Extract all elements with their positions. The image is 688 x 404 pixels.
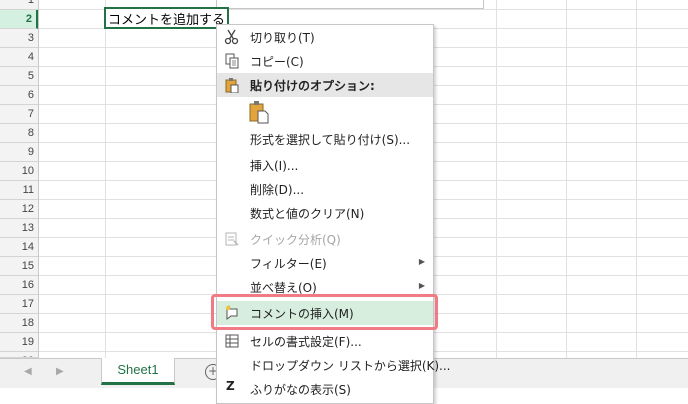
submenu-arrow-icon: ▶	[418, 257, 425, 266]
menu-item-insert[interactable]: 挿入(I)...	[217, 153, 433, 177]
gridline	[566, 0, 567, 358]
row-header-3[interactable]: 3	[0, 29, 38, 48]
paste-icon	[224, 77, 240, 94]
hidden-panel-edge	[216, 0, 484, 9]
menu-item-cut[interactable]: 切り取り(T)	[217, 25, 433, 49]
scissors-icon	[224, 29, 240, 45]
menu-item-format-cells[interactable]: セルの書式設定(F)...	[217, 329, 433, 353]
row-header-10[interactable]: 10	[0, 162, 38, 181]
row-header-18[interactable]: 18	[0, 314, 38, 333]
submenu-arrow-icon: ▶	[418, 281, 425, 290]
menu-label: フィルター(E)	[250, 257, 327, 271]
menu-label: ドロップダウン リストから選択(K)...	[250, 359, 451, 373]
menu-item-pick-from-list[interactable]: ドロップダウン リストから選択(K)...	[217, 353, 451, 377]
row-header-13[interactable]: 13	[0, 219, 38, 238]
row-header-4[interactable]: 4	[0, 48, 38, 67]
menu-item-filter[interactable]: フィルター(E) ▶	[217, 251, 433, 275]
copy-icon	[224, 53, 240, 69]
row-header-17[interactable]: 17	[0, 295, 38, 314]
row-header-14[interactable]: 14	[0, 238, 38, 257]
menu-label: 数式と値のクリア(N)	[250, 207, 365, 221]
paste-option-icon	[248, 100, 270, 124]
row-header-12[interactable]: 12	[0, 200, 38, 219]
gridline	[496, 0, 497, 358]
menu-item-copy[interactable]: コピー(C)	[217, 49, 433, 73]
menu-label: 形式を選択して貼り付け(S)...	[250, 133, 411, 147]
menu-item-paste-special[interactable]: 形式を選択して貼り付け(S)...	[217, 127, 433, 151]
row-header-2[interactable]: 2	[0, 10, 38, 29]
row-header-7[interactable]: 7	[0, 105, 38, 124]
highlight-callout	[211, 294, 438, 330]
row-header-1[interactable]: 1	[0, 0, 38, 10]
menu-label: 切り取り(T)	[250, 31, 315, 45]
row-header-6[interactable]: 6	[0, 86, 38, 105]
row-header-16[interactable]: 16	[0, 276, 38, 295]
menu-label: クイック分析(Q)	[250, 233, 341, 247]
context-menu: 切り取り(T) コピー(C) 貼り付けのオプション: 形式を選択して貼り付け(S…	[216, 24, 451, 404]
row-header-9[interactable]: 9	[0, 143, 38, 162]
menu-label: 削除(D)...	[250, 183, 305, 197]
scroll-tabs-right-icon[interactable]: ▶	[56, 366, 64, 377]
row-header-15[interactable]: 15	[0, 257, 38, 276]
paste-option-button[interactable]	[217, 97, 433, 127]
row-header-border	[38, 0, 39, 358]
menu-label: セルの書式設定(F)...	[250, 335, 362, 349]
quick-analysis-icon	[224, 231, 240, 247]
row-header-8[interactable]: 8	[0, 124, 38, 143]
menu-item-show-furigana[interactable]: Z ふりがなの表示(S)	[217, 377, 433, 401]
menu-item-delete[interactable]: 削除(D)...	[217, 177, 433, 201]
row-header-19[interactable]: 19	[0, 333, 38, 352]
menu-label: コピー(C)	[250, 55, 304, 69]
menu-item-clear-contents[interactable]: 数式と値のクリア(N)	[217, 201, 433, 225]
gridline	[636, 0, 637, 358]
format-cells-icon	[224, 333, 240, 349]
row-header-11[interactable]: 11	[0, 181, 38, 200]
scroll-tabs-left-icon[interactable]: ◀	[24, 366, 32, 377]
menu-label: 挿入(I)...	[250, 159, 299, 173]
tab-sheet1[interactable]: Sheet1	[101, 358, 175, 385]
paste-options-header: 貼り付けのオプション:	[217, 73, 433, 97]
menu-label: ふりがなの表示(S)	[250, 383, 351, 397]
menu-label: 貼り付けのオプション:	[250, 79, 375, 93]
active-cell-text: コメントを追加する	[108, 13, 226, 28]
row-header-5[interactable]: 5	[0, 67, 38, 86]
menu-item-quick-analysis: クイック分析(Q)	[217, 227, 433, 251]
gridline	[105, 0, 106, 358]
furigana-icon: Z	[226, 379, 235, 393]
